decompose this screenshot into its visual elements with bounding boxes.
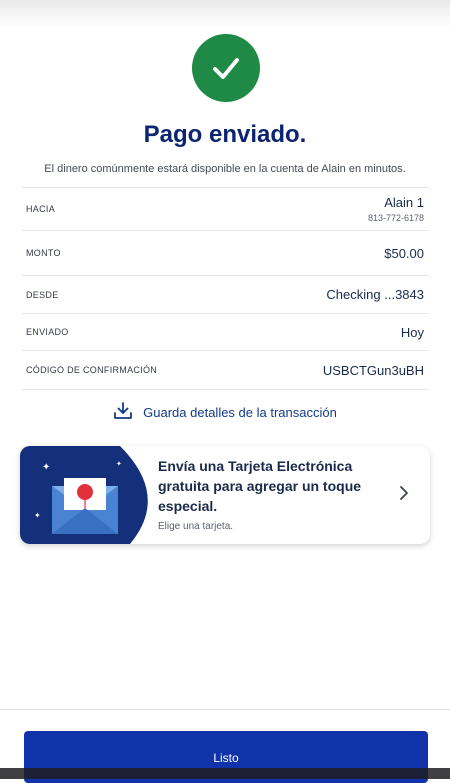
detail-value-group: Alain 1 813-772-6178 — [368, 195, 424, 223]
detail-label: ENVIADO — [26, 327, 69, 337]
page-subtitle: El dinero comúnmente estará disponible e… — [44, 163, 406, 175]
detail-value: Checking ...3843 — [326, 287, 424, 302]
save-transaction-details-link[interactable]: Guarda detalles de la transacción — [0, 402, 450, 423]
detail-label: MONTO — [26, 248, 61, 258]
system-navigation-bar — [0, 768, 450, 779]
svg-text:✦: ✦ — [42, 462, 50, 473]
footer-divider — [0, 709, 450, 710]
promo-card-subtitle: Elige una tarjeta. — [158, 521, 234, 532]
transaction-details: HACIA Alain 1 813-772-6178 MONTO $50.00 … — [22, 187, 428, 390]
detail-phone: 813-772-6178 — [367, 213, 424, 223]
detail-label: CÓDIGO DE CONFIRMACIÓN — [26, 365, 158, 375]
svg-text:✦: ✦ — [116, 460, 122, 468]
detail-label: HACIA — [26, 204, 56, 214]
page-title: Pago enviado. — [143, 121, 307, 148]
download-icon — [113, 402, 133, 423]
save-link-label: Guarda detalles de la transacción — [143, 405, 337, 420]
status-bar-shade — [0, 0, 450, 28]
chevron-right-icon — [398, 484, 410, 507]
detail-value: Hoy — [400, 324, 424, 340]
promo-card-title: Envía una Tarjeta Electrónica gratuita p… — [158, 458, 362, 514]
success-check-icon — [192, 34, 260, 102]
detail-value: $50.00 — [384, 245, 424, 261]
detail-row-confirmation: CÓDIGO DE CONFIRMACIÓN USBCTGun3uBH — [22, 350, 428, 390]
detail-row-amount: MONTO $50.00 — [22, 230, 428, 275]
detail-row-to: HACIA Alain 1 813-772-6178 — [22, 187, 428, 230]
detail-row-from: DESDE Checking ...3843 — [22, 275, 428, 313]
ecard-promo-card[interactable]: ✦ ✦ ✦ Envía una Tarjeta Electrónica grat… — [20, 446, 430, 544]
svg-text:✦: ✦ — [34, 511, 41, 520]
detail-value: Alain 1 — [384, 195, 424, 210]
envelope-illustration-icon: ✦ ✦ ✦ — [20, 446, 148, 544]
detail-label: DESDE — [26, 289, 59, 300]
detail-value: USBCTGun3uBH — [322, 362, 424, 378]
detail-row-sent: ENVIADO Hoy — [22, 313, 428, 350]
